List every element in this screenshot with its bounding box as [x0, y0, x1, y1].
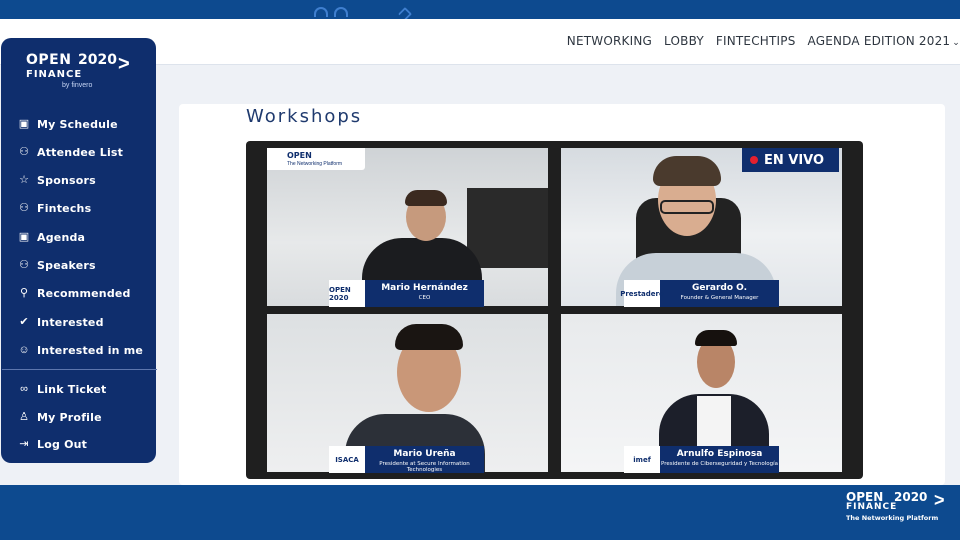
smile-icon: ☺: [18, 344, 30, 356]
speaker-name: Mario Hernández: [381, 283, 468, 293]
footer-logo-finance-text: FINANCE: [846, 502, 898, 512]
speaker-hair: [405, 190, 447, 206]
footer-logo-chevron-icon: >: [934, 490, 945, 510]
sidebar-item-link-ticket[interactable]: ∞ Link Ticket: [18, 381, 107, 397]
footer-band: [0, 485, 960, 540]
sidebar-item-speakers[interactable]: ⚇ Speakers: [18, 257, 96, 273]
footer-logo-tagline: The Networking Platform: [846, 514, 939, 522]
event-logo-badge: OPEN The Networking Platform: [267, 148, 365, 170]
speaker-name: Gerardo O.: [691, 283, 748, 293]
speaker-lower-third: OPEN 2020 Mario Hernández CEO: [329, 280, 484, 307]
top-band: [0, 0, 960, 22]
chevron-down-icon: ⌄: [952, 38, 960, 48]
logo-chevron-icon: >: [118, 53, 130, 75]
decor-arc-icon: [314, 7, 328, 17]
logo-finance-text: FINANCE: [26, 69, 83, 80]
sidebar-item-label: Attendee List: [37, 145, 124, 159]
live-badge: EN VIVO: [742, 148, 839, 172]
nav-link-networking[interactable]: NETWORKING: [567, 34, 652, 48]
speaker-hair: [653, 156, 721, 186]
check-circle-icon: ✔: [19, 316, 29, 328]
speaker-hair: [395, 324, 463, 350]
speaker-role: Presidente at Secure Information Technol…: [379, 461, 470, 473]
person-icon: ♙: [19, 411, 29, 423]
speaker-shirt: [697, 396, 731, 446]
people-icon: ⚇: [19, 259, 29, 271]
speaker-lower-third: Prestadero Gerardo O. Founder & General …: [620, 280, 779, 307]
people-icon: ⚇: [19, 146, 29, 158]
logo-open-text: OPEN: [26, 52, 72, 68]
footer-logo: OPEN 2020 > FINANCE The Networking Platf…: [846, 490, 956, 530]
sidebar-item-interested[interactable]: ✔ Interested: [18, 314, 104, 330]
sidebar-item-fintechs[interactable]: ⚇ Fintechs: [18, 200, 91, 216]
speaker-role: Founder & General Manager: [680, 295, 759, 301]
badge-logo-tagline: The Networking Platform: [287, 161, 343, 167]
star-icon: ☆: [19, 174, 29, 186]
speaker-lower-third: ISACA Mario Ureña Presidente at Secure I…: [329, 446, 484, 473]
logo-number-text: 2020: [78, 52, 117, 68]
logo-byline-text: by finvero: [62, 82, 93, 89]
sidebar-item-log-out[interactable]: ⇥ Log Out: [18, 436, 87, 452]
link-icon: ∞: [20, 383, 28, 395]
sidebar-item-interested-in-me[interactable]: ☺ Interested in me: [18, 342, 143, 358]
speaker-name: Arnulfo Espinosa: [676, 449, 763, 459]
sidebar: OPEN 2020 > FINANCE by finvero ▣ My Sche…: [1, 38, 157, 463]
speaker-role: CEO: [418, 295, 431, 301]
background-tv: [467, 188, 548, 268]
sidebar-divider: [2, 369, 157, 370]
sidebar-item-label: My Profile: [37, 410, 102, 424]
sidebar-item-attendee-list[interactable]: ⚇ Attendee List: [18, 144, 123, 160]
decor-arc-icon: [334, 7, 348, 17]
calendar-icon: ▣: [18, 231, 30, 243]
people-icon: ⚇: [19, 202, 29, 214]
sidebar-item-label: Agenda: [37, 230, 86, 244]
speaker-role: Presidente de Ciberseguridad y Tecnologí…: [660, 461, 778, 467]
speaker-lower-third: imef Arnulfo Espinosa Presidente de Cibe…: [624, 446, 779, 473]
nav-link-lobby[interactable]: LOBBY: [664, 34, 704, 48]
sidebar-item-my-profile[interactable]: ♙ My Profile: [18, 409, 102, 425]
logout-icon: ⇥: [19, 438, 29, 450]
speaker-hair: [695, 330, 737, 346]
nav-link-fintechtips[interactable]: FINTECHTIPS: [716, 34, 796, 48]
live-badge-label: EN VIVO: [764, 152, 825, 168]
sidebar-item-label: Speakers: [37, 258, 96, 272]
nav-link-agenda-edition[interactable]: AGENDA EDITION 2021 ⌄: [808, 34, 960, 48]
sidebar-item-label: My Schedule: [37, 117, 118, 131]
sidebar-item-label: Fintechs: [37, 201, 92, 215]
page-title: Workshops: [246, 106, 363, 127]
footer-logo-number: 2020: [894, 490, 928, 504]
calendar-icon: ▣: [18, 118, 30, 130]
video-player[interactable]: OPEN The Networking Platform EN VIVO OPE…: [246, 141, 863, 479]
sidebar-item-recommended[interactable]: ⚲ Recommended: [18, 285, 131, 301]
sidebar-item-label: Interested: [37, 315, 104, 329]
sidebar-item-agenda[interactable]: ▣ Agenda: [18, 229, 85, 245]
badge-logo-text: OPEN: [287, 151, 312, 160]
sidebar-item-label: Log Out: [37, 437, 88, 451]
sidebar-item-sponsors[interactable]: ☆ Sponsors: [18, 172, 96, 188]
sidebar-item-label: Recommended: [37, 286, 131, 300]
nav-link-agenda-label: AGENDA EDITION 2021: [807, 34, 951, 48]
sidebar-item-label: Sponsors: [37, 173, 96, 187]
glasses-icon: [660, 200, 714, 214]
sidebar-item-label: Interested in me: [37, 343, 144, 357]
live-dot-icon: [750, 156, 758, 164]
nav-links: NETWORKING LOBBY FINTECHTIPS AGENDA EDIT…: [567, 34, 960, 48]
sidebar-item-label: Link Ticket: [37, 382, 107, 396]
brand-logo[interactable]: OPEN 2020 > FINANCE by finvero: [26, 52, 146, 92]
sidebar-item-my-schedule[interactable]: ▣ My Schedule: [18, 116, 118, 132]
person-recommend-icon: ⚲: [19, 287, 29, 299]
speaker-name: Mario Ureña: [393, 449, 456, 459]
